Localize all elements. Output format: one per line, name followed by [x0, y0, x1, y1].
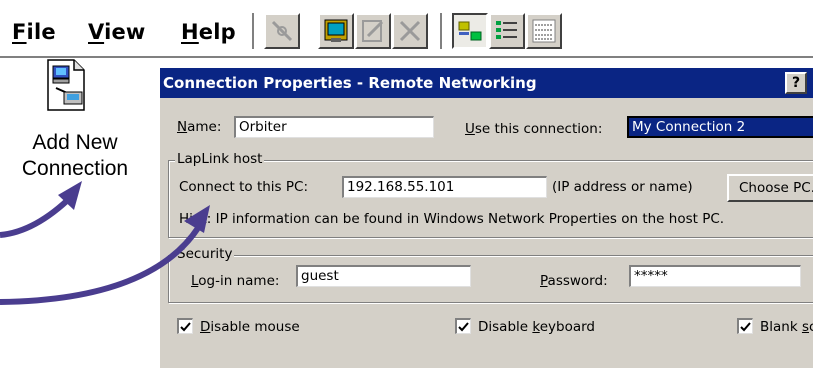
arrow-to-icon — [0, 193, 75, 238]
arrow-to-name-field — [0, 226, 201, 305]
callout-arrows — [0, 181, 210, 305]
